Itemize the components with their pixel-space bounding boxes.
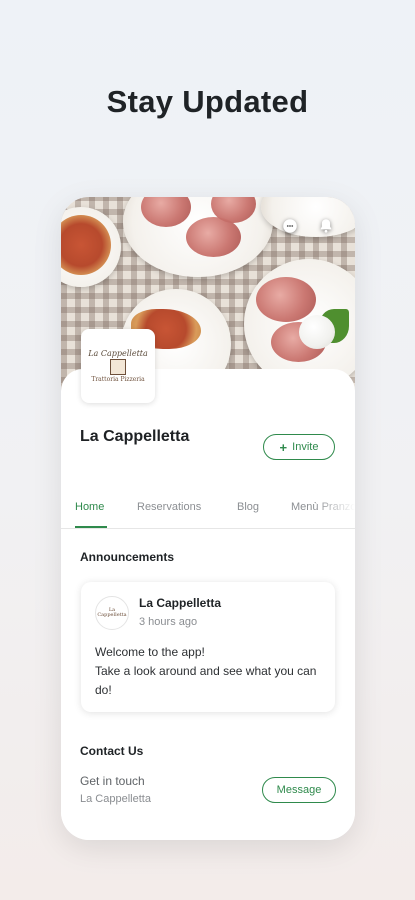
invite-label: Invite: [292, 441, 319, 453]
logo-tag-text: Trattoria Pizzeria: [91, 376, 145, 383]
chat-icon[interactable]: [279, 215, 301, 237]
contact-title: Contact Us: [80, 744, 144, 758]
ham-slice: [186, 217, 241, 257]
hero-actions: [279, 215, 337, 237]
announcement-card[interactable]: La Cappelletta La Cappelletta 3 hours ag…: [81, 582, 335, 712]
post-author: La Cappelletta: [139, 596, 222, 610]
invite-button[interactable]: + Invite: [263, 434, 335, 460]
avatar-logo-text: La Cappelletta: [97, 606, 127, 618]
tab-fade-overlay: [315, 495, 355, 527]
active-tab-indicator: [75, 526, 107, 528]
message-button[interactable]: Message: [262, 777, 336, 803]
tab-reservations[interactable]: Reservations: [137, 501, 201, 513]
tab-bar: Home Reservations Blog Menù Pranzo: [61, 495, 355, 529]
app-preview-phone: La Cappelletta Trattoria Pizzeria La Cap…: [61, 197, 355, 840]
burrata-shape: [299, 315, 335, 349]
venue-name: La Cappelletta: [80, 428, 190, 445]
message-label: Message: [276, 784, 322, 796]
post-body-line: Take a look around and see what you can …: [95, 664, 317, 697]
tab-home[interactable]: Home: [75, 501, 104, 513]
venue-logo: La Cappelletta Trattoria Pizzeria: [81, 329, 155, 403]
tab-blog[interactable]: Blog: [237, 501, 259, 513]
bell-icon[interactable]: [315, 215, 337, 237]
post-timestamp: 3 hours ago: [139, 616, 198, 628]
logo-emblem: [110, 359, 126, 375]
plus-icon: +: [279, 439, 288, 455]
avatar: La Cappelletta: [95, 596, 129, 630]
post-body: Welcome to the app! Take a look around a…: [95, 643, 327, 700]
content-sheet: La Cappelletta Trattoria Pizzeria La Cap…: [61, 329, 355, 840]
post-body-line: Welcome to the app!: [95, 645, 205, 659]
ham-slice: [256, 277, 316, 322]
contact-name: La Cappelletta: [80, 793, 151, 805]
contact-subtitle: Get in touch: [80, 774, 145, 788]
announcements-title: Announcements: [80, 550, 175, 564]
page-headline: Stay Updated: [106, 84, 309, 119]
logo-script-text: La Cappelletta: [88, 349, 148, 358]
